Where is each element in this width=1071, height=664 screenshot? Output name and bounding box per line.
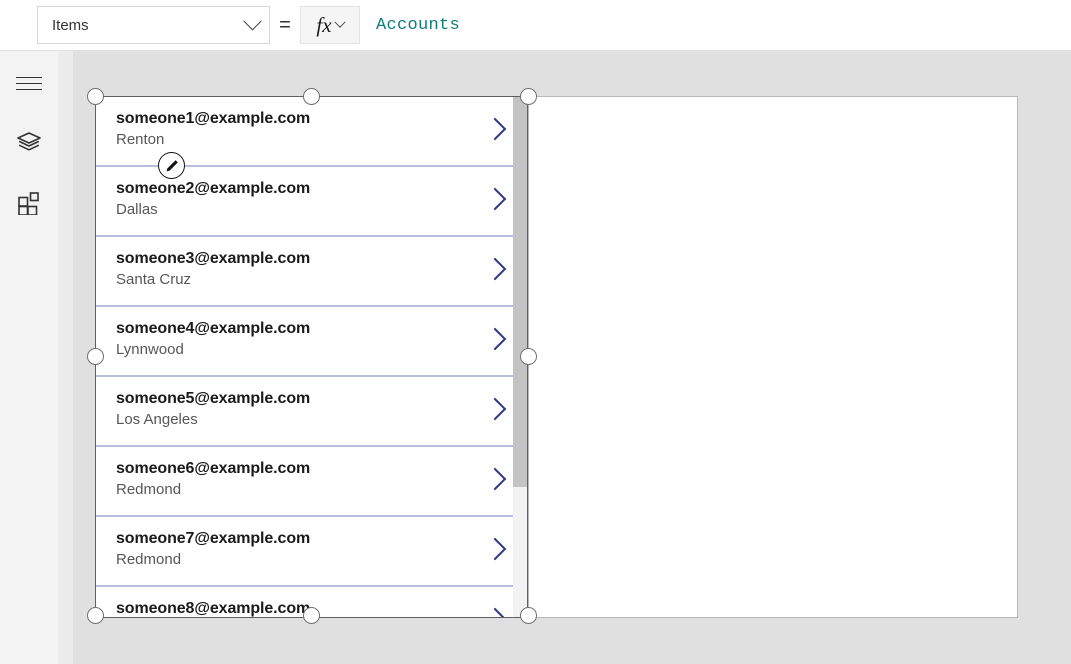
gallery-item-title: someone2@example.com [116,178,515,199]
gallery-item-title: someone5@example.com [116,388,515,409]
gallery-item-subtitle: Lynnwood [116,339,515,361]
gallery-item[interactable]: someone6@example.comRedmond [96,447,515,517]
property-dropdown-value: Items [52,17,246,34]
layers-icon [16,129,42,160]
gallery-item[interactable]: someone5@example.comLos Angeles [96,377,515,447]
pencil-edit-icon [164,158,180,174]
left-rail [0,51,58,664]
app-screen[interactable] [528,96,1018,618]
resize-handle-top-center[interactable] [303,88,320,105]
gallery-item-subtitle: Los Angeles [116,409,515,431]
gallery-control[interactable]: someone1@example.comRentonsomeone2@examp… [95,96,528,618]
design-canvas: someone1@example.comRentonsomeone2@examp… [58,51,1071,664]
resize-handle-middle-left[interactable] [87,348,104,365]
gallery-item-subtitle: Renton [116,129,515,151]
resize-handle-bottom-right[interactable] [520,607,537,624]
equals-sign: = [270,14,300,37]
gallery-item-title: someone3@example.com [116,248,515,269]
gallery-item[interactable]: someone3@example.comSanta Cruz [96,237,515,307]
insert-grid-icon [16,189,42,220]
resize-handle-bottom-left[interactable] [87,607,104,624]
gallery-item-subtitle: Santa Cruz [116,269,515,291]
gallery-item-subtitle: Redmond [116,549,515,571]
gallery-item[interactable]: someone7@example.comRedmond [96,517,515,587]
hamburger-menu-icon [16,77,42,92]
resize-handle-top-left[interactable] [87,88,104,105]
fx-button[interactable]: fx [300,6,360,44]
gallery-item-subtitle: Dallas [116,199,515,221]
gallery-item[interactable]: someone4@example.comLynnwood [96,307,515,377]
property-dropdown[interactable]: Items [37,6,270,44]
fx-icon: fx [316,15,331,36]
rail-item-tree-view[interactable] [0,114,58,174]
rail-item-menu[interactable] [0,54,58,114]
formula-bar: Items = fx [0,0,1071,51]
rail-item-insert[interactable] [0,174,58,234]
gallery-item-list: someone1@example.comRentonsomeone2@examp… [96,97,515,618]
gallery-item-subtitle: Redmond [116,479,515,501]
canvas-left-strip [58,51,73,664]
resize-handle-middle-right[interactable] [520,348,537,365]
formula-input[interactable] [360,6,1071,44]
gallery-scrollbar-thumb[interactable] [513,97,527,487]
resize-handle-bottom-center[interactable] [303,607,320,624]
resize-handle-top-right[interactable] [520,88,537,105]
gallery-item-title: someone1@example.com [116,108,515,129]
edit-pencil-badge[interactable] [158,152,185,179]
gallery-item-title: someone7@example.com [116,528,515,549]
chevron-down-icon [334,17,345,28]
gallery-item[interactable]: someone1@example.comRenton [96,97,515,167]
gallery-item[interactable]: someone2@example.comDallas [96,167,515,237]
gallery-item-title: someone4@example.com [116,318,515,339]
chevron-down-icon [243,12,261,30]
gallery-item-title: someone6@example.com [116,458,515,479]
